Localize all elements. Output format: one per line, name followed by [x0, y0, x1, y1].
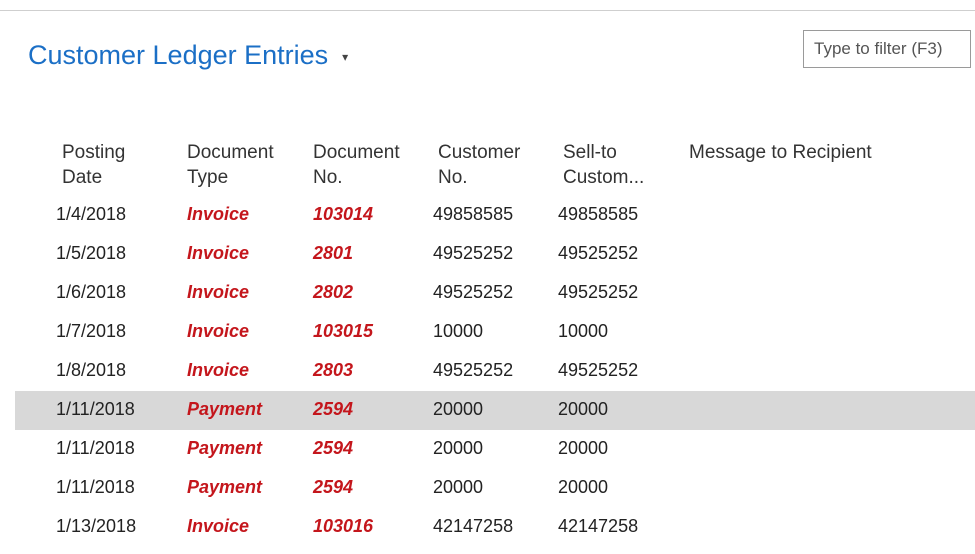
table-row[interactable]: 1/13/2018 Invoice 103016 42147258 42147258 — [0, 508, 975, 547]
table-row[interactable]: 1/5/2018 Invoice 2801 49525252 49525252 — [0, 235, 975, 274]
posting-date-cell: 1/11/2018 — [56, 399, 135, 419]
document-no-link[interactable]: 2803 — [313, 352, 353, 388]
column-header-posting-date[interactable]: Posting Date — [62, 140, 125, 190]
column-header-document-no[interactable]: Document No. — [313, 140, 400, 190]
table-row[interactable]: 1/4/2018 Invoice 103014 49858585 49858585 — [0, 196, 975, 235]
posting-date-cell: 1/6/2018 — [56, 282, 127, 302]
filter-input[interactable] — [803, 30, 971, 68]
customer-no-cell: 42147258 — [433, 516, 514, 536]
table-row[interactable]: 1/6/2018 Invoice 2802 49525252 49525252 — [0, 274, 975, 313]
sell-to-cell: 20000 — [558, 477, 609, 497]
table-header: Posting Date Document Type Document No. … — [0, 140, 975, 190]
posting-date-cell: 1/13/2018 — [56, 516, 137, 536]
customer-no-cell: 20000 — [433, 438, 484, 458]
document-type-link[interactable]: Invoice — [187, 235, 249, 271]
document-no-link[interactable]: 2801 — [313, 235, 353, 271]
document-type-link[interactable]: Invoice — [187, 196, 249, 232]
posting-date-cell: 1/11/2018 — [56, 438, 135, 458]
document-type-link[interactable]: Payment — [187, 391, 262, 427]
column-header-sell-to[interactable]: Sell-to Custom... — [563, 140, 644, 190]
sell-to-cell: 49858585 — [558, 204, 639, 224]
document-no-link[interactable]: 2594 — [313, 430, 353, 466]
table-row-selected[interactable]: 1/11/2018 Payment 2594 20000 20000 — [15, 391, 975, 430]
document-type-link[interactable]: Payment — [187, 469, 262, 505]
posting-date-cell: 1/8/2018 — [56, 360, 127, 380]
customer-no-cell: 49525252 — [433, 360, 514, 380]
table-row[interactable]: 1/11/2018 Payment 2594 20000 20000 — [0, 469, 975, 508]
customer-no-cell: 49525252 — [433, 243, 514, 263]
customer-no-cell: 49858585 — [433, 204, 514, 224]
customer-no-cell: 20000 — [433, 399, 484, 419]
table-row[interactable]: 1/7/2018 Invoice 103015 10000 10000 — [0, 313, 975, 352]
column-header-document-type[interactable]: Document Type — [187, 140, 274, 190]
sell-to-cell: 20000 — [558, 438, 609, 458]
posting-date-cell: 1/5/2018 — [56, 243, 127, 263]
column-header-message[interactable]: Message to Recipient — [689, 140, 872, 165]
column-header-customer-no[interactable]: Customer No. — [438, 140, 520, 190]
posting-date-cell: 1/11/2018 — [56, 477, 135, 497]
sell-to-cell: 42147258 — [558, 516, 639, 536]
customer-no-cell: 10000 — [433, 321, 484, 341]
page-title-text: Customer Ledger Entries — [28, 40, 329, 70]
document-no-link[interactable]: 2594 — [313, 391, 353, 427]
customer-no-cell: 49525252 — [433, 282, 514, 302]
sell-to-cell: 49525252 — [558, 243, 639, 263]
table-row[interactable]: 1/11/2018 Payment 2594 20000 20000 — [0, 430, 975, 469]
page-title[interactable]: Customer Ledger Entries ▾ — [28, 40, 348, 71]
document-type-link[interactable]: Invoice — [187, 352, 249, 388]
document-no-link[interactable]: 103016 — [313, 508, 373, 544]
document-no-link[interactable]: 103014 — [313, 196, 373, 232]
sell-to-cell: 20000 — [558, 399, 609, 419]
document-type-link[interactable]: Invoice — [187, 274, 249, 310]
document-type-link[interactable]: Invoice — [187, 508, 249, 544]
table-row[interactable]: 1/8/2018 Invoice 2803 49525252 49525252 — [0, 352, 975, 391]
document-no-link[interactable]: 2802 — [313, 274, 353, 310]
sell-to-cell: 49525252 — [558, 282, 639, 302]
posting-date-cell: 1/4/2018 — [56, 204, 127, 224]
chevron-down-icon[interactable]: ▾ — [342, 50, 348, 64]
document-type-link[interactable]: Invoice — [187, 313, 249, 349]
document-type-link[interactable]: Payment — [187, 430, 262, 466]
posting-date-cell: 1/7/2018 — [56, 321, 127, 341]
sell-to-cell: 49525252 — [558, 360, 639, 380]
sell-to-cell: 10000 — [558, 321, 609, 341]
ledger-table-body: 1/4/2018 Invoice 103014 49858585 49858585 1/5… — [0, 196, 975, 547]
customer-no-cell: 20000 — [433, 477, 484, 497]
top-divider — [0, 10, 975, 11]
document-no-link[interactable]: 103015 — [313, 313, 373, 349]
document-no-link[interactable]: 2594 — [313, 469, 353, 505]
